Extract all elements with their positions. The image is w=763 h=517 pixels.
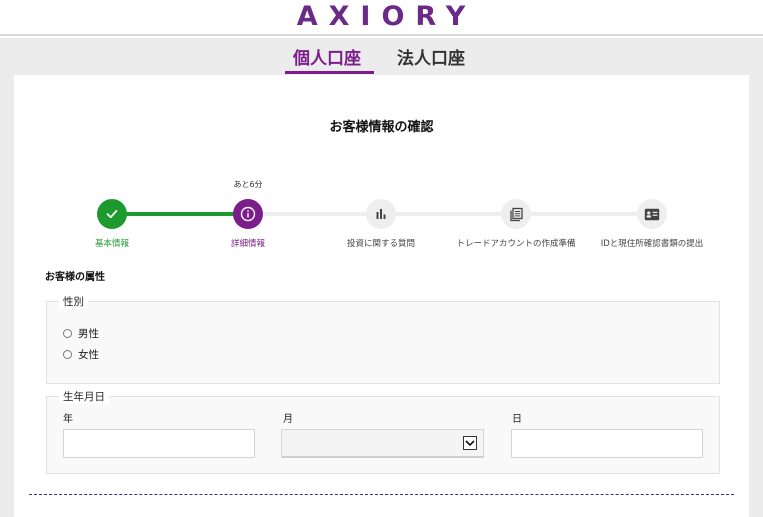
dob-legend: 生年月日 — [59, 389, 109, 404]
progress-stepper: あと6分 基本情報 詳細情報 投資に関する質問 トレードアカウントの作成準備 I… — [14, 75, 749, 265]
radio-male[interactable] — [63, 329, 72, 338]
tab-individual-account[interactable]: 個人口座 — [293, 44, 361, 69]
gender-legend: 性別 — [59, 294, 88, 309]
radio-label-female: 女性 — [78, 349, 99, 361]
chevron-down-icon[interactable] — [463, 436, 477, 450]
step-id-address-documents[interactable] — [637, 199, 667, 229]
axiory-logo[interactable]: AXIORY — [0, 1, 763, 32]
active-tab-indicator — [285, 71, 374, 74]
dob-year-input[interactable] — [63, 429, 255, 458]
step-label-id-address-documents: IDと現住所確認書類の提出 — [600, 239, 704, 249]
account-type-tabs: 個人口座 法人口座 — [0, 38, 763, 75]
dob-month-label: 月 — [283, 414, 293, 425]
dob-month-select[interactable] — [281, 429, 484, 458]
step-investment-questions[interactable] — [366, 199, 396, 229]
gender-option-male[interactable]: 男性 — [63, 326, 99, 341]
document-stack-icon — [509, 207, 523, 221]
form-card: お客様情報の確認 あと6分 基本情報 詳細情報 投資に関する質問 トレードアカウ… — [14, 75, 749, 517]
check-icon — [106, 209, 118, 219]
tab-corporate-account[interactable]: 法人口座 — [397, 44, 465, 69]
step-trade-account-setup[interactable] — [501, 199, 531, 229]
dob-day-label: 日 — [512, 414, 522, 425]
section-divider — [29, 494, 734, 495]
dob-fieldset: 生年月日 年 月 日 — [46, 389, 720, 474]
bar-chart-icon — [376, 209, 386, 219]
dob-year-label: 年 — [63, 414, 73, 425]
step-detail-info[interactable] — [233, 199, 263, 229]
radio-female[interactable] — [63, 350, 72, 359]
dob-day-input[interactable] — [511, 429, 703, 458]
gender-fieldset: 性別 男性 女性 — [46, 294, 720, 384]
section-title-attributes: お客様の属性 — [45, 272, 105, 283]
info-icon — [240, 206, 256, 222]
radio-label-male: 男性 — [78, 328, 99, 340]
gender-option-female[interactable]: 女性 — [63, 347, 99, 362]
progress-track-pending — [248, 212, 652, 216]
progress-track-complete — [112, 212, 248, 216]
site-header: AXIORY — [0, 0, 763, 36]
id-card-icon — [644, 208, 660, 220]
step-basic-info[interactable] — [97, 199, 127, 229]
remaining-time: あと6分 — [233, 180, 263, 189]
